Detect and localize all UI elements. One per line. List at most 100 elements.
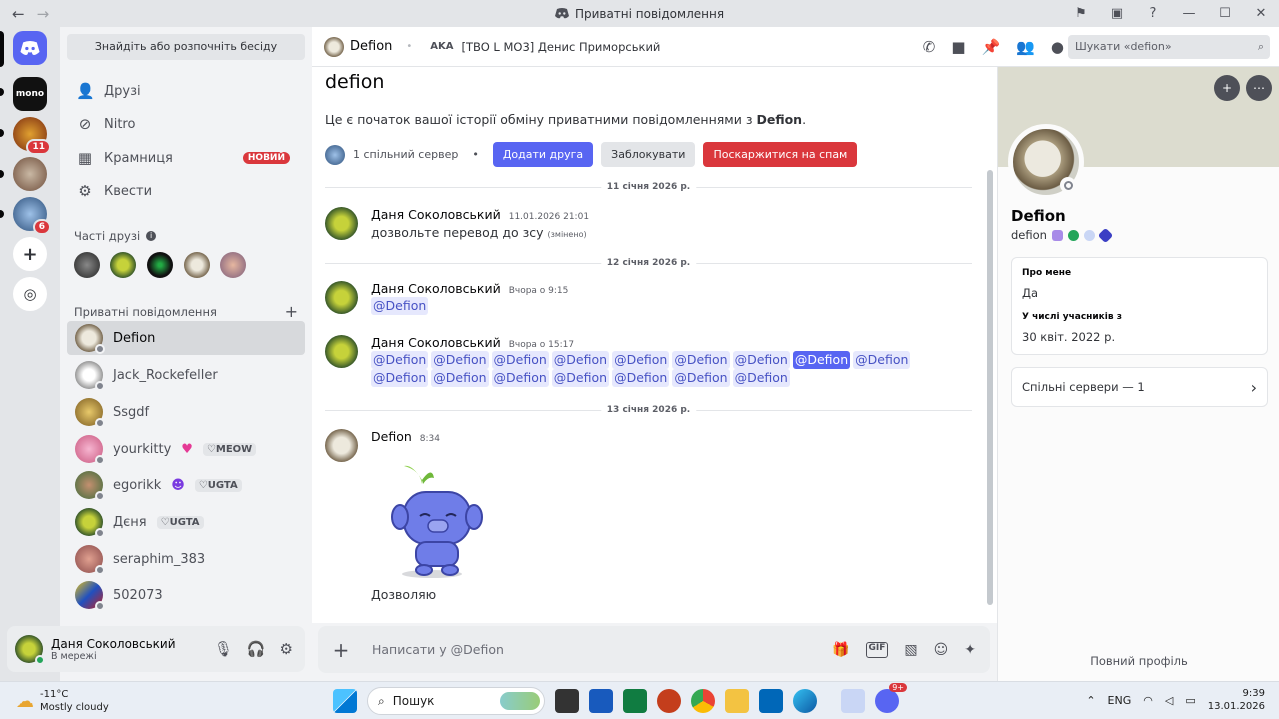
message-avatar[interactable] bbox=[325, 207, 358, 240]
mutual-server-icon[interactable] bbox=[325, 144, 345, 165]
user-mention[interactable]: @Defion bbox=[491, 369, 549, 387]
pinned-messages-icon[interactable]: 📌 bbox=[982, 38, 1001, 56]
help-icon[interactable]: ? bbox=[1135, 6, 1171, 21]
wifi-icon[interactable]: ◠ bbox=[1143, 694, 1153, 707]
dm-item-egorikk[interactable]: egorikk ☻ ♡UGTA bbox=[67, 468, 305, 502]
server-mono[interactable]: mono bbox=[13, 77, 47, 111]
wumpus-sticker[interactable] bbox=[382, 462, 492, 580]
search-input[interactable]: Шукати «defion» ⌕ bbox=[1068, 35, 1270, 59]
dm-item-ssgdf[interactable]: Ssgdf bbox=[67, 395, 305, 429]
frequent-friend-avatar[interactable] bbox=[110, 252, 136, 278]
user-avatar[interactable] bbox=[15, 635, 45, 665]
user-mention[interactable]: @Defion bbox=[431, 351, 489, 369]
chrome-icon[interactable] bbox=[691, 689, 715, 713]
boost-badge-icon[interactable] bbox=[1097, 227, 1114, 243]
hashtag-badge-icon[interactable] bbox=[1067, 229, 1079, 241]
user-mention[interactable]: @Defion bbox=[612, 351, 670, 369]
user-mention[interactable]: @Defion bbox=[672, 351, 730, 369]
server-icon-2[interactable]: 11 bbox=[13, 117, 51, 155]
message-avatar[interactable] bbox=[325, 429, 358, 462]
user-mention[interactable]: @Defion bbox=[491, 351, 549, 369]
add-friend-icon[interactable]: + bbox=[1214, 75, 1240, 101]
video-call-icon[interactable]: ■ bbox=[951, 38, 965, 56]
message-author[interactable]: Даня Соколовський bbox=[371, 335, 501, 350]
vpn-icon[interactable] bbox=[841, 689, 865, 713]
explore-servers-button[interactable]: ◎ bbox=[13, 277, 47, 311]
nav-shop[interactable]: ▦ Крамниця НОВИЙ bbox=[68, 142, 304, 174]
task-view-icon[interactable] bbox=[555, 689, 579, 713]
gift-icon[interactable]: 🎁 bbox=[832, 642, 849, 658]
user-mention[interactable]: @Defion bbox=[551, 369, 610, 387]
mutual-servers-text[interactable]: 1 спільний сервер bbox=[353, 148, 458, 161]
headphones-icon[interactable]: 🎧 bbox=[247, 640, 266, 658]
user-mention[interactable]: @Defion bbox=[853, 351, 911, 369]
speaker-icon[interactable]: ◁ bbox=[1165, 694, 1173, 707]
taskbar-search[interactable]: ⌕ Пошук bbox=[367, 687, 545, 715]
create-dm-plus-icon[interactable]: + bbox=[285, 302, 298, 321]
message-author[interactable]: Defion bbox=[371, 429, 412, 444]
nav-friends[interactable]: 👤 Друзі bbox=[68, 75, 304, 107]
user-mention[interactable]: @Defion bbox=[732, 351, 790, 369]
report-spam-button[interactable]: Поскаржитися на спам bbox=[703, 142, 858, 167]
more-options-icon[interactable]: ⋯ bbox=[1246, 75, 1272, 101]
voice-call-icon[interactable]: ✆ bbox=[923, 38, 936, 56]
word-icon[interactable] bbox=[589, 689, 613, 713]
user-mention[interactable]: @Defion bbox=[431, 369, 489, 387]
add-server-button[interactable]: + bbox=[13, 237, 47, 271]
apps-icon[interactable]: ✦ bbox=[964, 642, 976, 658]
inbox-icon[interactable]: ▣ bbox=[1099, 6, 1135, 21]
maximize-icon[interactable]: ☐ bbox=[1207, 6, 1243, 21]
store-icon[interactable] bbox=[759, 689, 783, 713]
message-composer[interactable]: + Написати у @Defion 🎁 GIF ▧ ☺ ✦ bbox=[318, 626, 990, 673]
back-arrow-icon[interactable]: ← bbox=[12, 5, 25, 23]
nav-nitro[interactable]: ⊘ Nitro bbox=[68, 108, 304, 140]
user-profile-icon[interactable]: ● bbox=[1051, 38, 1064, 56]
frequent-friend-avatar[interactable] bbox=[220, 252, 246, 278]
add-friends-to-dm-icon[interactable]: 👥 bbox=[1016, 38, 1035, 56]
message-avatar[interactable] bbox=[325, 335, 358, 368]
settings-gear-icon[interactable]: ⚙ bbox=[280, 640, 293, 658]
message-author[interactable]: Даня Соколовський bbox=[371, 207, 501, 222]
server-icon-4[interactable]: 6 bbox=[13, 197, 51, 235]
message-author[interactable]: Даня Соколовський bbox=[371, 281, 501, 296]
discord-taskbar-icon[interactable]: 9+ bbox=[875, 683, 907, 713]
attach-plus-icon[interactable]: + bbox=[318, 638, 364, 662]
nav-quests[interactable]: ⚙ Квести bbox=[68, 175, 304, 207]
nitro-badge-icon[interactable] bbox=[1051, 229, 1063, 241]
quest-badge-icon[interactable] bbox=[1083, 229, 1095, 241]
info-icon[interactable]: i bbox=[146, 231, 157, 241]
minimize-icon[interactable]: — bbox=[1171, 6, 1207, 21]
inbox-flag-icon[interactable]: ⚑ bbox=[1063, 6, 1099, 21]
file-explorer-icon[interactable] bbox=[725, 689, 749, 713]
home-discord-button[interactable] bbox=[13, 31, 47, 65]
sticker-icon[interactable]: ▧ bbox=[904, 642, 917, 658]
user-mention[interactable]: @Defion bbox=[732, 369, 790, 387]
frequent-friend-avatar[interactable] bbox=[184, 252, 210, 278]
profile-username[interactable]: defion bbox=[1011, 228, 1047, 242]
weather-widget[interactable]: ☁ -11°C Mostly cloudy bbox=[16, 688, 109, 714]
find-conversation-button[interactable]: Знайдіть або розпочніть бесіду bbox=[67, 34, 305, 60]
block-button[interactable]: Заблокувати bbox=[601, 142, 696, 167]
language-indicator[interactable]: ENG bbox=[1108, 694, 1132, 707]
battery-icon[interactable]: ▭ bbox=[1185, 694, 1195, 707]
user-mention[interactable]: @Defion bbox=[371, 351, 429, 369]
dm-item-502073[interactable]: 502073 bbox=[67, 578, 305, 612]
windows-start-icon[interactable] bbox=[333, 689, 357, 713]
user-mention[interactable]: @Defion bbox=[371, 369, 429, 387]
view-full-profile-link[interactable]: Повний профіль bbox=[998, 654, 1279, 668]
gif-icon[interactable]: GIF bbox=[865, 641, 889, 658]
dm-item-yourkitty[interactable]: yourkitty ♥ ♡MEOW bbox=[67, 432, 305, 466]
user-mention[interactable]: @Defion bbox=[792, 351, 851, 369]
frequent-friend-avatar[interactable] bbox=[147, 252, 173, 278]
chat-scrollbar[interactable] bbox=[987, 170, 993, 605]
dm-item-defion[interactable]: Defion bbox=[67, 321, 305, 355]
dm-item-jack[interactable]: Jack_Rockefeller bbox=[67, 358, 305, 392]
powerpoint-icon[interactable] bbox=[657, 689, 681, 713]
message-input-placeholder[interactable]: Написати у @Defion bbox=[372, 642, 504, 657]
clock[interactable]: 9:39 13.01.2026 bbox=[1208, 687, 1265, 713]
microphone-icon[interactable]: 🎙 bbox=[214, 640, 233, 658]
user-mention[interactable]: @Defion bbox=[612, 369, 670, 387]
message-avatar[interactable] bbox=[325, 281, 358, 314]
dm-item-seraphim[interactable]: seraphim_383 bbox=[67, 542, 305, 576]
frequent-friend-avatar[interactable] bbox=[74, 252, 100, 278]
